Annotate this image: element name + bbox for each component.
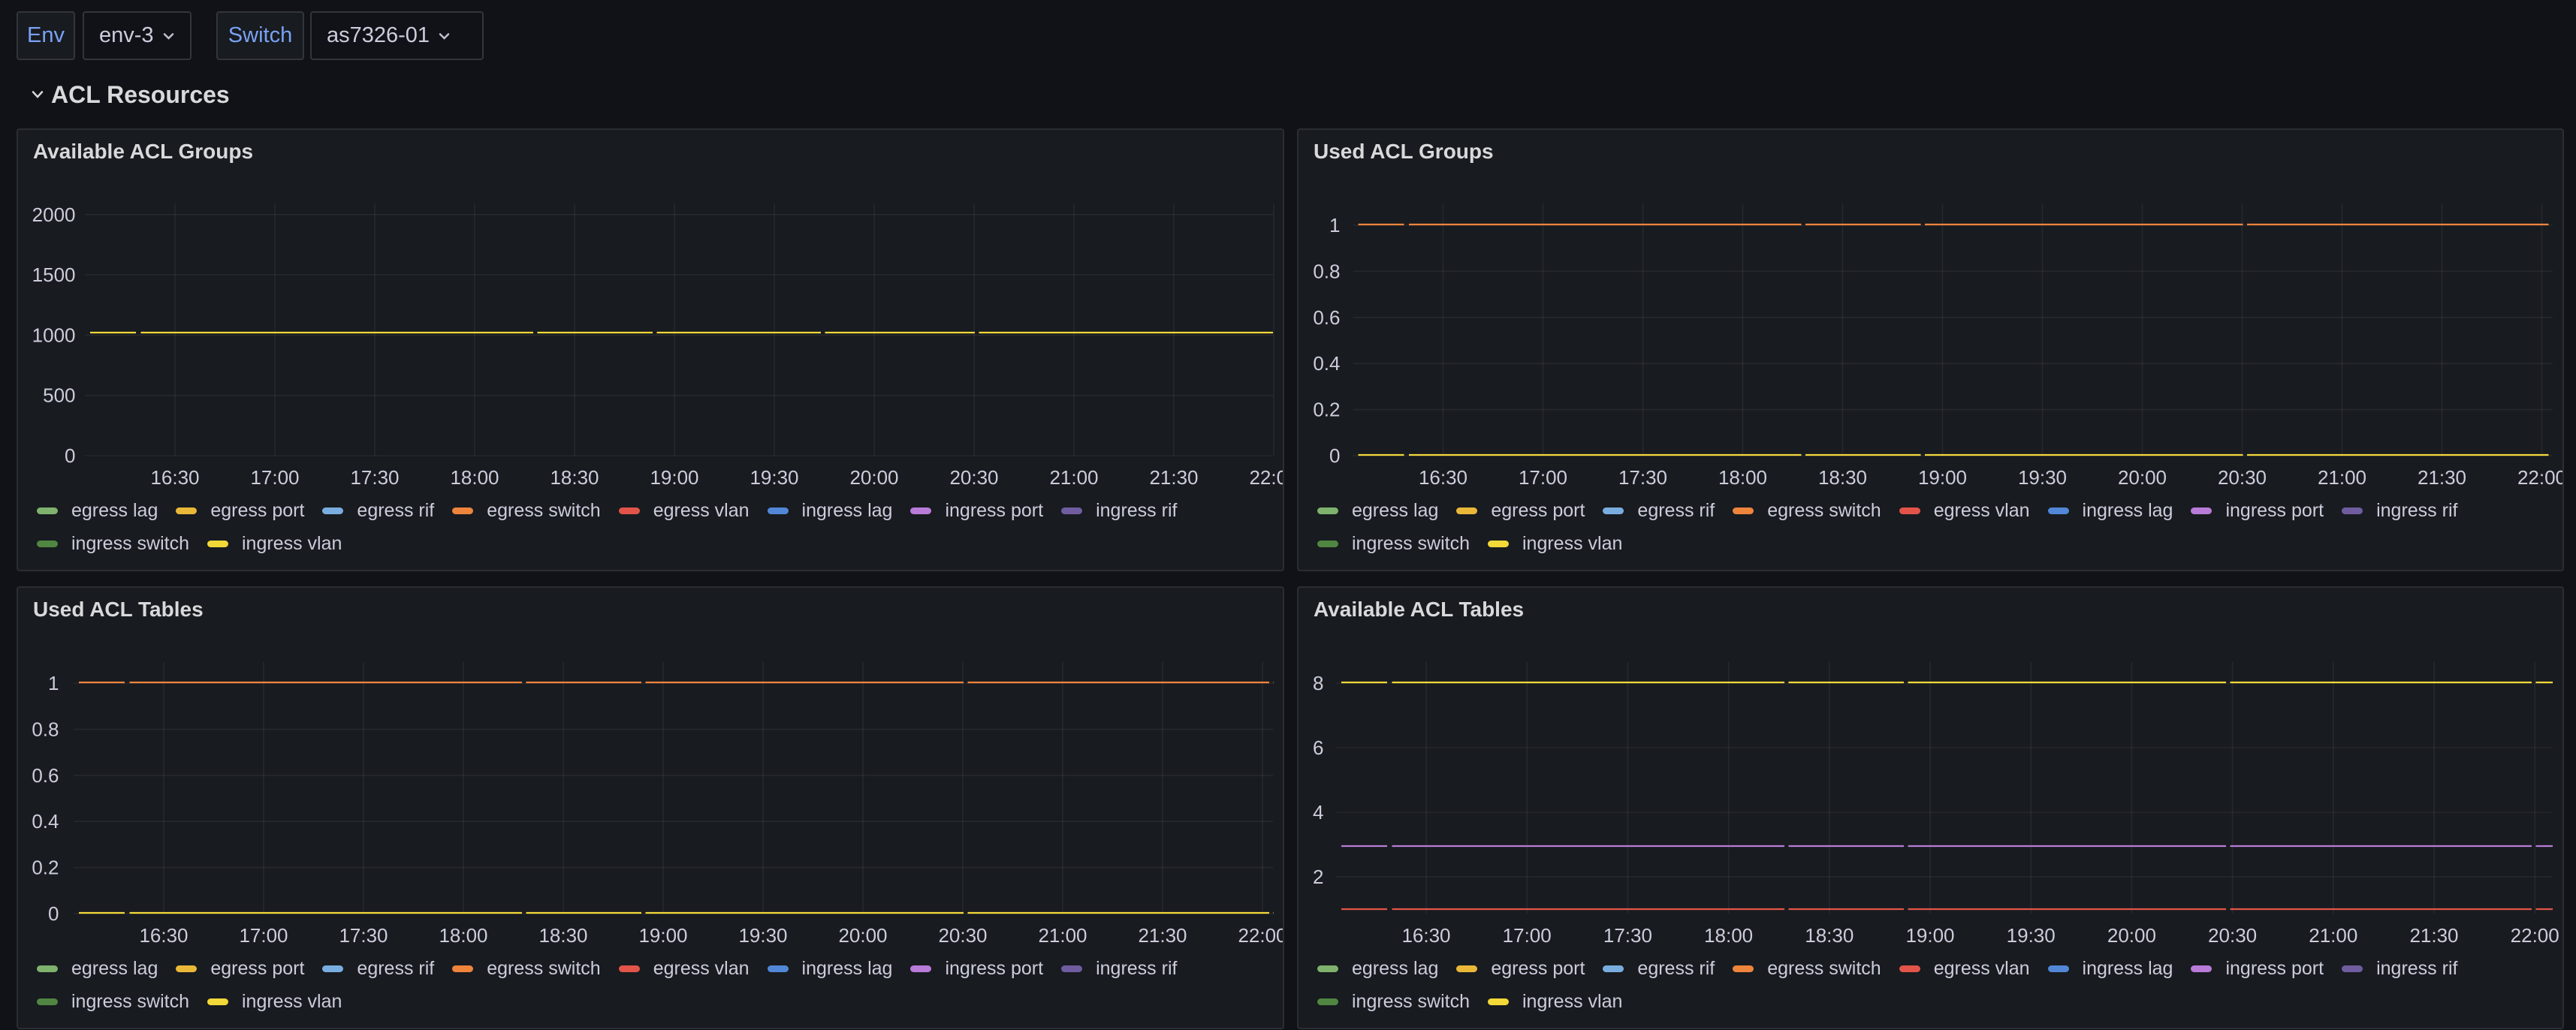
svg-text:2: 2 <box>1313 866 1323 888</box>
svg-text:17:30: 17:30 <box>350 466 399 489</box>
svg-text:18:00: 18:00 <box>450 466 499 489</box>
svg-text:16:30: 16:30 <box>150 466 199 489</box>
svg-text:18:30: 18:30 <box>538 924 587 947</box>
svg-text:18:00: 18:00 <box>1718 466 1767 489</box>
svg-text:18:00: 18:00 <box>1704 924 1753 947</box>
svg-text:17:00: 17:00 <box>1503 924 1552 947</box>
svg-text:22:00: 22:00 <box>2511 924 2559 947</box>
svg-text:21:30: 21:30 <box>1149 466 1198 489</box>
svg-text:0: 0 <box>65 444 75 467</box>
svg-text:19:00: 19:00 <box>1905 924 1954 947</box>
svg-text:500: 500 <box>43 384 75 407</box>
svg-text:1: 1 <box>48 672 59 694</box>
svg-text:19:30: 19:30 <box>2018 466 2067 489</box>
svg-text:2000: 2000 <box>32 203 76 226</box>
svg-text:20:00: 20:00 <box>849 466 898 489</box>
svg-text:0.8: 0.8 <box>1313 260 1340 282</box>
svg-text:21:30: 21:30 <box>1138 924 1187 947</box>
svg-text:20:30: 20:30 <box>2218 466 2267 489</box>
svg-text:0.8: 0.8 <box>32 718 59 740</box>
svg-text:17:00: 17:00 <box>239 924 288 947</box>
svg-text:20:00: 20:00 <box>2107 924 2156 947</box>
svg-text:0.4: 0.4 <box>32 810 59 833</box>
svg-text:1500: 1500 <box>32 264 76 286</box>
svg-text:20:30: 20:30 <box>938 924 987 947</box>
svg-text:17:00: 17:00 <box>250 466 299 489</box>
svg-text:17:30: 17:30 <box>1603 924 1652 947</box>
svg-text:22:00: 22:00 <box>1238 924 1284 947</box>
svg-text:8: 8 <box>1313 672 1323 694</box>
svg-text:0.2: 0.2 <box>1313 399 1340 421</box>
svg-text:0.6: 0.6 <box>32 764 59 787</box>
svg-text:21:00: 21:00 <box>2318 466 2366 489</box>
svg-text:18:30: 18:30 <box>1805 924 1854 947</box>
svg-text:4: 4 <box>1313 801 1323 824</box>
svg-text:20:00: 20:00 <box>838 924 887 947</box>
svg-text:21:00: 21:00 <box>2309 924 2357 947</box>
svg-text:19:30: 19:30 <box>2007 924 2056 947</box>
svg-text:1: 1 <box>1329 214 1340 236</box>
svg-text:6: 6 <box>1313 736 1323 759</box>
svg-text:18:30: 18:30 <box>1818 466 1867 489</box>
svg-text:16:30: 16:30 <box>1419 466 1467 489</box>
svg-text:18:30: 18:30 <box>550 466 599 489</box>
svg-text:20:00: 20:00 <box>2118 466 2167 489</box>
svg-text:19:30: 19:30 <box>738 924 787 947</box>
svg-text:0.6: 0.6 <box>1313 306 1340 329</box>
svg-text:19:00: 19:00 <box>1918 466 1967 489</box>
svg-text:19:00: 19:00 <box>650 466 698 489</box>
svg-text:18:00: 18:00 <box>439 924 487 947</box>
svg-text:22:00: 22:00 <box>2517 466 2564 489</box>
svg-text:0.4: 0.4 <box>1313 352 1340 375</box>
svg-text:20:30: 20:30 <box>949 466 998 489</box>
svg-text:17:30: 17:30 <box>1618 466 1667 489</box>
svg-text:16:30: 16:30 <box>1401 924 1450 947</box>
svg-text:21:00: 21:00 <box>1049 466 1098 489</box>
svg-text:20:30: 20:30 <box>2208 924 2257 947</box>
svg-text:17:00: 17:00 <box>1519 466 1567 489</box>
svg-text:0.2: 0.2 <box>32 857 59 879</box>
svg-text:21:30: 21:30 <box>2418 466 2466 489</box>
svg-text:22:00: 22:00 <box>1249 466 1284 489</box>
svg-text:16:30: 16:30 <box>139 924 188 947</box>
svg-text:1000: 1000 <box>32 324 76 346</box>
svg-text:0: 0 <box>1329 444 1340 467</box>
svg-text:17:30: 17:30 <box>339 924 388 947</box>
svg-text:19:30: 19:30 <box>750 466 798 489</box>
svg-text:21:00: 21:00 <box>1038 924 1087 947</box>
svg-text:0: 0 <box>48 902 59 925</box>
svg-text:21:30: 21:30 <box>2409 924 2458 947</box>
svg-text:19:00: 19:00 <box>638 924 687 947</box>
